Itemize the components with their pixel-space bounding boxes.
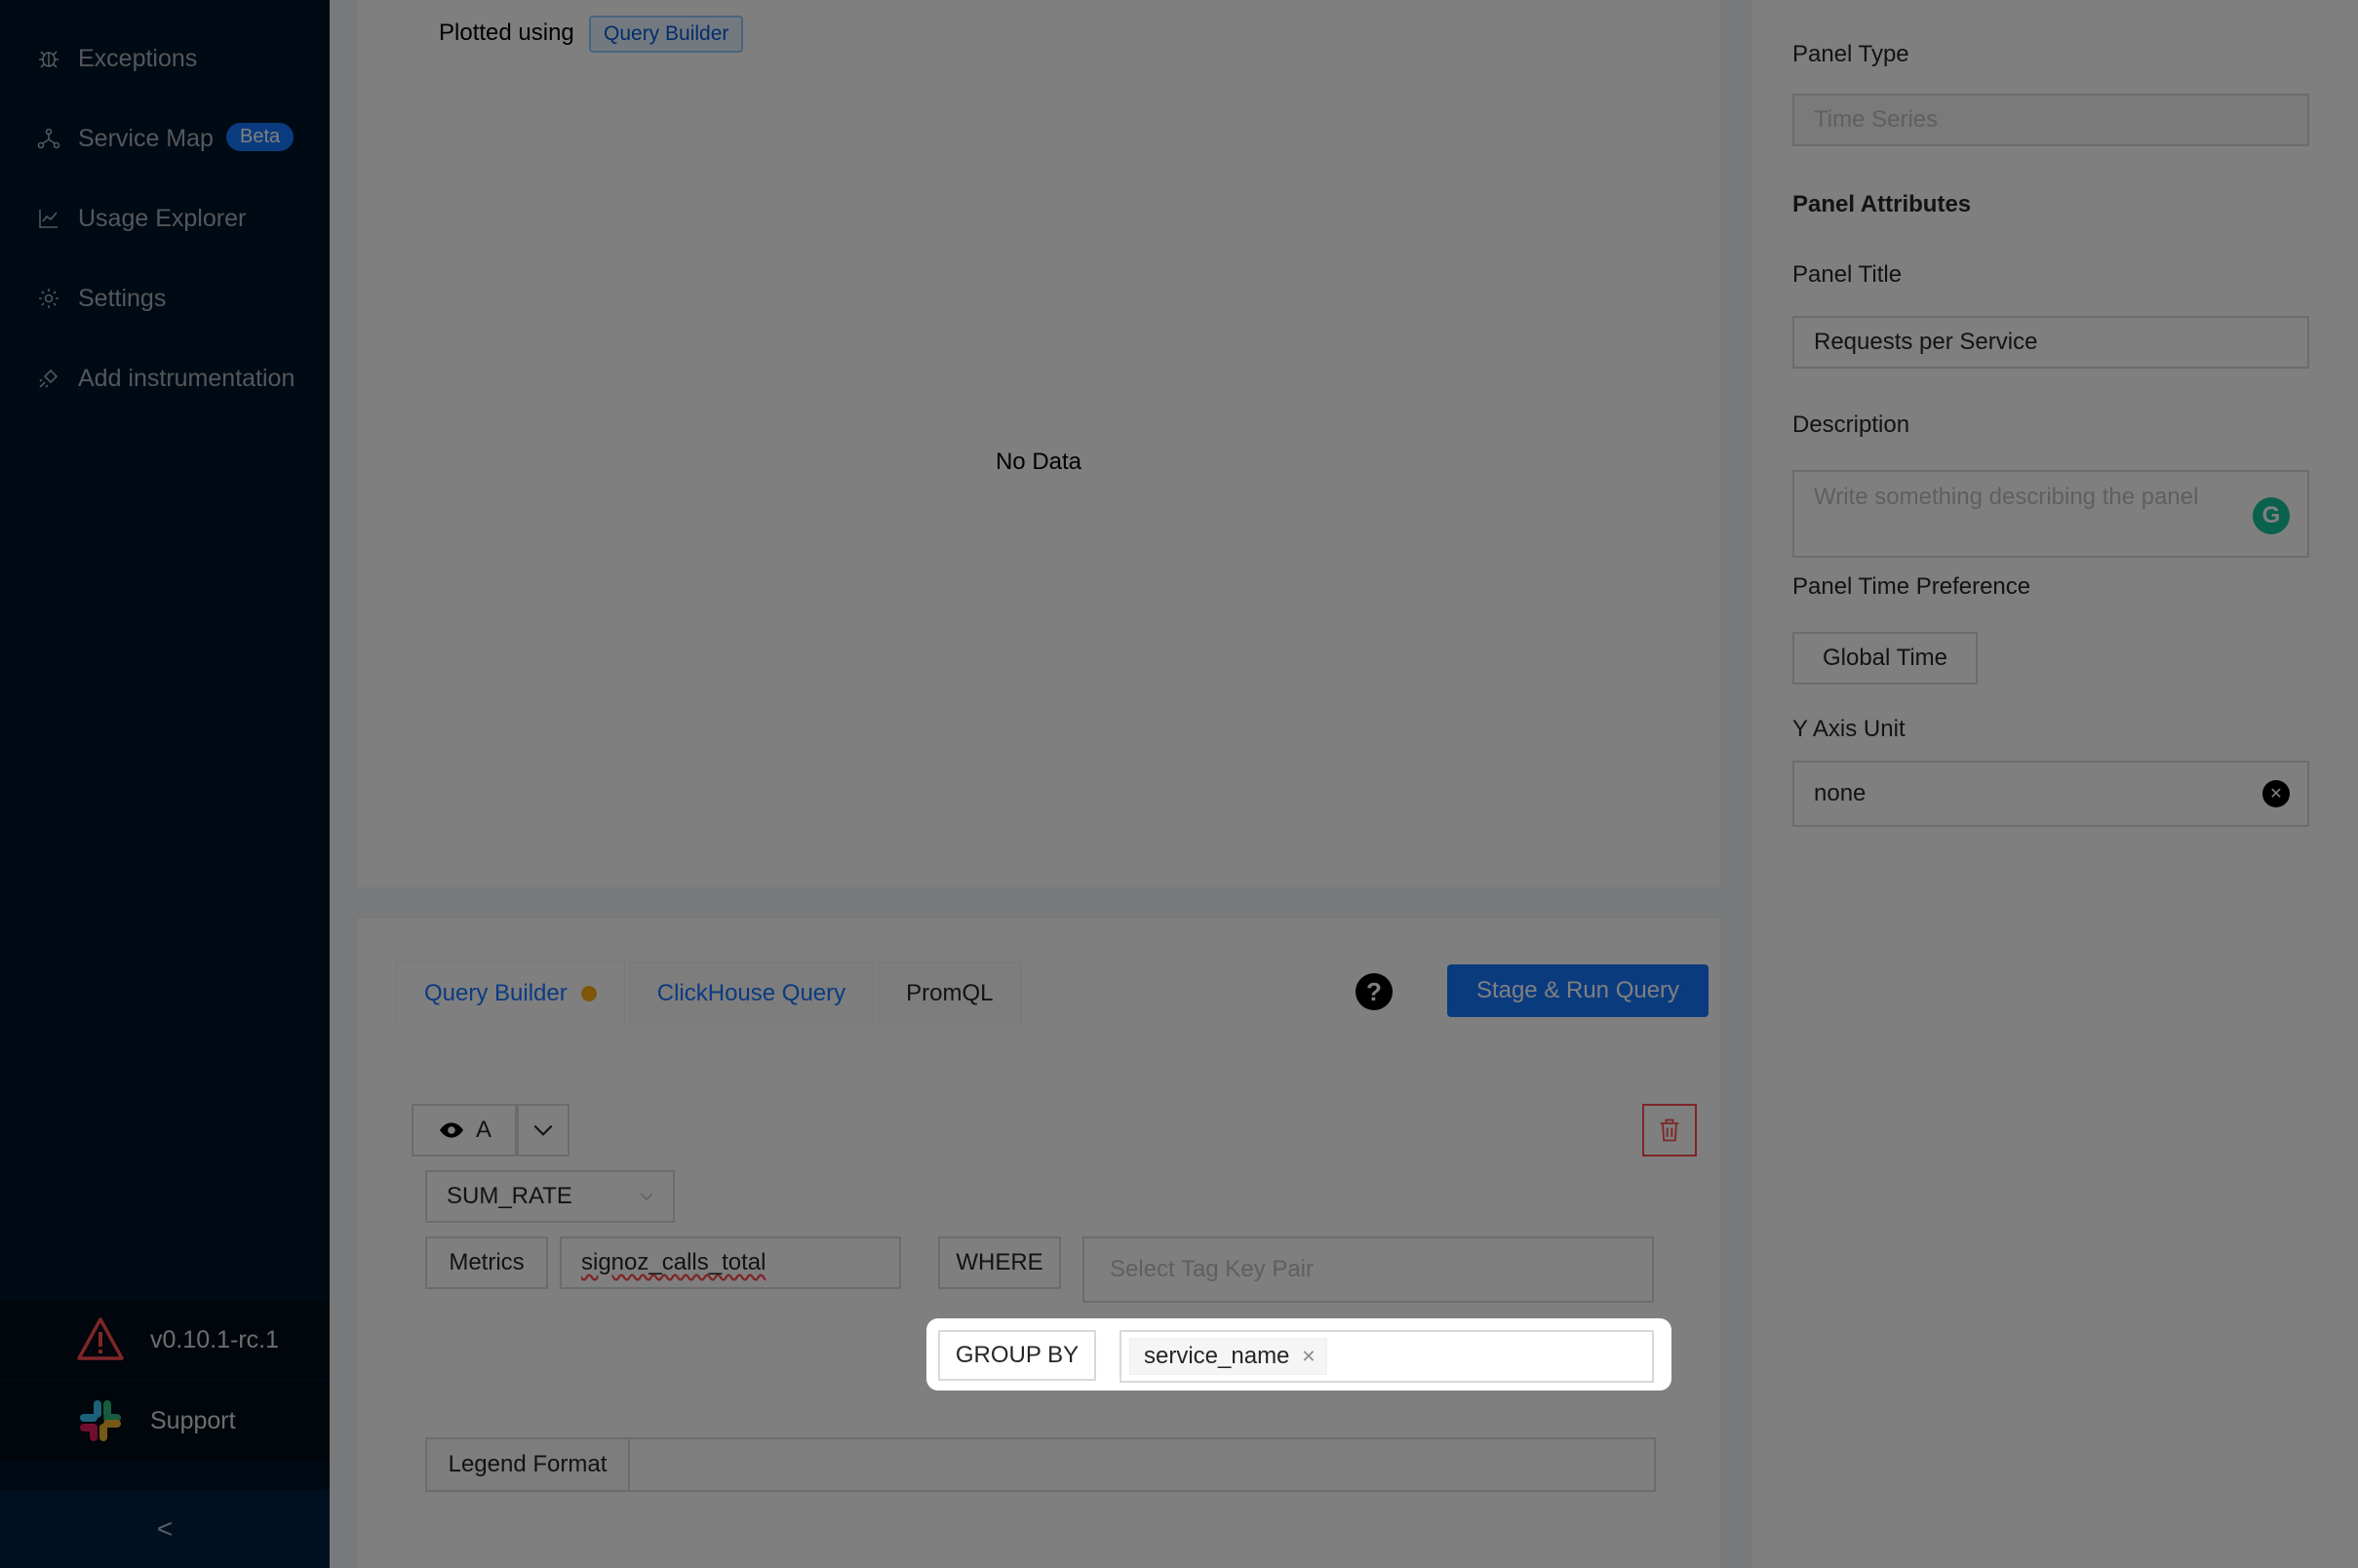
help-icon[interactable]: ? xyxy=(1356,973,1393,1010)
query-visibility-toggle[interactable]: A xyxy=(412,1104,517,1156)
global-time-button[interactable]: Global Time xyxy=(1792,632,1978,685)
aggregation-select[interactable]: SUM_RATE xyxy=(425,1170,675,1223)
panel-title-input[interactable]: Requests per Service xyxy=(1792,316,2309,369)
description-textarea[interactable]: Write something describing the panel G xyxy=(1792,470,2309,558)
tab-label: ClickHouse Query xyxy=(656,979,846,1006)
bug-icon xyxy=(37,47,60,70)
query-builder-tag: Query Builder xyxy=(589,16,744,53)
tab-label: PromQL xyxy=(906,979,994,1006)
group-by-label: GROUP BY xyxy=(938,1330,1096,1381)
beta-badge: Beta xyxy=(226,123,295,151)
sidebar-item-label: Usage Explorer xyxy=(78,204,247,232)
metric-name-value: signoz_calls_total xyxy=(581,1249,766,1275)
sidebar-item-usage-explorer[interactable]: Usage Explorer xyxy=(0,189,330,248)
sidebar-item-label: Add instrumentation xyxy=(78,364,295,392)
group-by-chip: service_name ✕ xyxy=(1129,1338,1327,1375)
tab-query-builder[interactable]: Query Builder xyxy=(396,961,625,1024)
time-preference-label: Panel Time Preference xyxy=(1792,573,2031,600)
tab-label: Query Builder xyxy=(424,979,568,1006)
tab-promql[interactable]: PromQL xyxy=(878,961,1022,1024)
deployment-unit-icon xyxy=(37,127,60,150)
version-row[interactable]: v0.10.1-rc.1 xyxy=(0,1301,330,1379)
legend-format-label: Legend Format xyxy=(425,1437,630,1492)
chevron-down-icon xyxy=(640,1193,653,1201)
tab-clickhouse-query[interactable]: ClickHouse Query xyxy=(628,961,875,1024)
query-tabs: Query Builder ClickHouse Query PromQL xyxy=(396,961,1026,1024)
warning-icon xyxy=(76,1315,125,1364)
where-label: WHERE xyxy=(938,1236,1061,1289)
no-data-text: No Data xyxy=(995,449,1082,475)
tag-filter-input[interactable]: Select Tag Key Pair xyxy=(1082,1236,1654,1303)
unsaved-dot xyxy=(580,985,597,1001)
gear-icon xyxy=(37,287,60,310)
sidebar-item-label: Settings xyxy=(78,284,167,312)
metrics-label: Metrics xyxy=(425,1236,548,1289)
description-label: Description xyxy=(1792,412,1910,438)
y-axis-unit-label: Y Axis Unit xyxy=(1792,716,1906,742)
clear-icon[interactable]: ✕ xyxy=(2262,780,2290,807)
query-name: A xyxy=(476,1117,492,1143)
chart-card: Plotted using Query Builder No Data xyxy=(357,0,1720,887)
query-card: Query Builder ClickHouse Query PromQL ? … xyxy=(357,919,1720,1568)
eye-icon xyxy=(440,1122,463,1138)
aggregation-value: SUM_RATE xyxy=(447,1183,572,1209)
support-text: Support xyxy=(150,1406,236,1434)
metric-name-input[interactable]: signoz_calls_total xyxy=(560,1236,901,1289)
close-icon[interactable]: ✕ xyxy=(1301,1347,1316,1367)
line-chart-icon xyxy=(37,207,60,230)
sidebar-item-label: Exceptions xyxy=(78,44,198,72)
slack-icon xyxy=(76,1396,125,1445)
sidebar: Exceptions Service Map Beta Usage Explor… xyxy=(0,0,330,1568)
sidebar-item-add-instrumentation[interactable]: Add instrumentation xyxy=(0,349,330,408)
stage-run-query-button[interactable]: Stage & Run Query xyxy=(1447,964,1709,1017)
support-row[interactable]: Support xyxy=(0,1381,330,1461)
group-by-spotlight: GROUP BY service_name ✕ xyxy=(926,1318,1671,1391)
panel-type-label: Panel Type xyxy=(1792,41,1909,67)
y-axis-unit-value: none xyxy=(1814,780,1867,806)
legend-format-input[interactable] xyxy=(630,1437,1656,1492)
grammarly-icon[interactable]: G xyxy=(2253,497,2290,534)
chevron-down-icon xyxy=(533,1124,553,1136)
sidebar-item-service-map[interactable]: Service Map Beta xyxy=(0,109,330,168)
panel-attributes-heading: Panel Attributes xyxy=(1792,191,1972,217)
panel-settings: Panel Type Time Series Panel Attributes … xyxy=(1751,0,2358,1568)
version-text: v0.10.1-rc.1 xyxy=(150,1325,280,1353)
delete-query-button[interactable] xyxy=(1642,1104,1697,1156)
trash-icon xyxy=(1660,1118,1679,1142)
query-collapse-button[interactable] xyxy=(517,1104,570,1156)
plotted-using-label: Plotted using xyxy=(439,20,574,46)
sidebar-item-settings[interactable]: Settings xyxy=(0,269,330,328)
description-placeholder: Write something describing the panel xyxy=(1814,484,2199,510)
legend-format-group: Legend Format xyxy=(425,1437,1656,1492)
y-axis-unit-select[interactable]: none ✕ xyxy=(1792,761,2309,827)
sidebar-item-label: Service Map xyxy=(78,124,214,152)
api-icon xyxy=(37,367,60,390)
chevron-left-icon: < xyxy=(156,1513,174,1544)
panel-type-input: Time Series xyxy=(1792,94,2309,146)
group-by-input[interactable]: service_name ✕ xyxy=(1120,1330,1654,1383)
sidebar-item-exceptions[interactable]: Exceptions xyxy=(0,29,330,88)
panel-title-label: Panel Title xyxy=(1792,261,1903,288)
group-by-chip-label: service_name xyxy=(1144,1343,1290,1369)
collapse-sidebar-button[interactable]: < xyxy=(0,1490,330,1568)
